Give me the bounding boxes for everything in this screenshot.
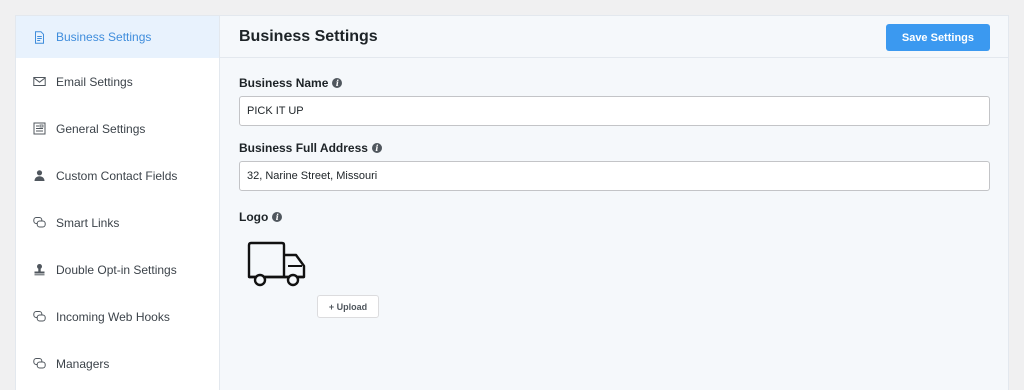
sidebar-item-label: General Settings <box>56 121 146 136</box>
info-icon[interactable]: i <box>272 212 283 222</box>
sidebar-item-label: Managers <box>56 356 110 371</box>
upload-logo-button[interactable]: + Upload <box>317 295 379 318</box>
delivery-truck-icon <box>247 241 306 287</box>
info-icon[interactable]: i <box>332 78 343 88</box>
main-header: Business Settings Save Settings <box>220 16 1008 58</box>
business-name-label-text: Business Name <box>239 76 329 90</box>
sidebar-item-label: Incoming Web Hooks <box>56 309 170 324</box>
sidebar-item-business-settings[interactable]: Business Settings <box>16 16 219 58</box>
logo-label-text: Logo <box>239 210 269 224</box>
settings-list-icon <box>33 122 46 135</box>
user-icon <box>33 169 46 182</box>
sidebar-item-email-settings[interactable]: Email Settings <box>16 58 219 105</box>
stamp-icon <box>33 263 46 276</box>
logo-area: + Upload <box>239 230 990 340</box>
sidebar-item-label: Business Settings <box>56 30 152 44</box>
logo-label: Logo i <box>239 209 990 225</box>
main-panel: Business Settings Save Settings Business… <box>220 16 1008 390</box>
business-address-input[interactable] <box>239 161 990 191</box>
business-name-input[interactable] <box>239 96 990 126</box>
chat-bubbles-icon <box>33 310 46 323</box>
sidebar-item-label: Smart Links <box>56 215 120 230</box>
sidebar-item-managers[interactable]: Managers <box>16 340 219 387</box>
save-settings-button[interactable]: Save Settings <box>885 24 990 51</box>
sidebar-item-double-opt-in-settings[interactable]: Double Opt-in Settings <box>16 246 219 293</box>
chat-bubbles-icon <box>33 216 46 229</box>
info-icon[interactable]: i <box>371 143 382 153</box>
sidebar-item-general-settings[interactable]: General Settings <box>16 105 219 152</box>
page-title: Business Settings <box>239 27 378 45</box>
sidebar-item-smart-links[interactable]: Smart Links <box>16 199 219 246</box>
business-settings-form: Business Name i Business Full Address i … <box>220 58 1008 340</box>
sidebar: Business Settings Email Settings General… <box>16 16 220 390</box>
chat-bubbles-icon <box>33 357 46 370</box>
business-address-label-text: Business Full Address <box>239 141 368 155</box>
business-name-label: Business Name i <box>239 75 990 91</box>
envelope-icon <box>33 75 46 88</box>
sidebar-item-custom-contact-fields[interactable]: Custom Contact Fields <box>16 152 219 199</box>
sidebar-item-label: Custom Contact Fields <box>56 168 178 183</box>
settings-app: Business Settings Email Settings General… <box>15 15 1009 390</box>
sidebar-item-incoming-web-hooks[interactable]: Incoming Web Hooks <box>16 293 219 340</box>
document-icon <box>33 30 46 44</box>
business-address-label: Business Full Address i <box>239 140 990 156</box>
sidebar-item-label: Double Opt-in Settings <box>56 262 177 277</box>
sidebar-item-label: Email Settings <box>56 74 133 89</box>
